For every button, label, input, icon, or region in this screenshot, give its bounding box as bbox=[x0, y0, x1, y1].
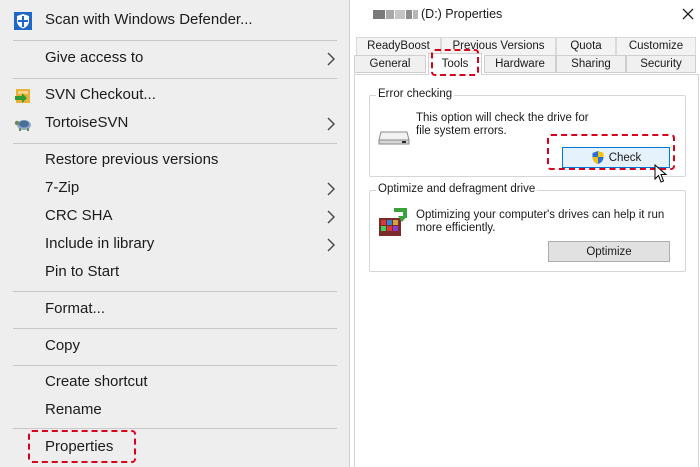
optimize-group: Optimize and defragment drive Optimizing… bbox=[369, 183, 686, 272]
chevron-right-icon bbox=[327, 117, 335, 131]
ctx-item-label: Scan with Windows Defender... bbox=[45, 11, 253, 28]
tab-label: Security bbox=[640, 58, 682, 70]
ctx-item-format[interactable]: Format... bbox=[0, 296, 349, 322]
ctx-item-restore-versions[interactable]: Restore previous versions bbox=[0, 147, 349, 173]
ctx-item-include-library[interactable]: Include in library bbox=[0, 231, 349, 257]
tab-label: Hardware bbox=[495, 58, 545, 70]
menu-separator bbox=[13, 291, 337, 292]
ctx-item-label: Copy bbox=[45, 337, 81, 354]
tab-label: Quota bbox=[570, 40, 602, 52]
tab-sharing[interactable]: Sharing bbox=[556, 55, 626, 73]
chevron-right-icon bbox=[327, 182, 335, 196]
ctx-item-label: Create shortcut bbox=[45, 373, 148, 390]
ctx-item-create-shortcut[interactable]: Create shortcut bbox=[0, 369, 349, 395]
ctx-item-rename[interactable]: Rename bbox=[0, 397, 349, 423]
tab-general[interactable]: General bbox=[354, 55, 426, 73]
tab-label: Previous Versions bbox=[452, 40, 545, 52]
chevron-right-icon bbox=[327, 238, 335, 252]
chevron-right-icon bbox=[327, 210, 335, 224]
context-menu: Scan with Windows Defender... Give acces… bbox=[0, 0, 350, 467]
ctx-item-label: Include in library bbox=[45, 235, 155, 252]
tab-label: Tools bbox=[441, 58, 469, 70]
chevron-right-icon bbox=[327, 52, 335, 66]
ctx-item-label: Rename bbox=[45, 401, 102, 418]
dialog-title: (D:) Properties bbox=[421, 7, 503, 21]
ctx-item-7zip[interactable]: 7-Zip bbox=[0, 175, 349, 201]
ctx-item-label: Pin to Start bbox=[45, 263, 120, 280]
tab-customize[interactable]: Customize bbox=[616, 37, 696, 55]
ctx-item-label: CRC SHA bbox=[45, 207, 113, 224]
ctx-item-properties[interactable]: Properties bbox=[0, 434, 349, 460]
defrag-icon bbox=[379, 208, 407, 236]
menu-separator bbox=[13, 365, 337, 366]
tab-label: General bbox=[369, 58, 411, 70]
title-bar: (D:) Properties bbox=[351, 0, 700, 30]
uac-shield-icon bbox=[592, 151, 604, 164]
optimize-description: Optimizing your computer's drives can he… bbox=[416, 209, 665, 234]
ctx-item-copy[interactable]: Copy bbox=[0, 333, 349, 359]
ctx-item-label: Format... bbox=[45, 300, 106, 317]
svn-checkout-icon bbox=[15, 89, 30, 103]
ctx-item-label: Restore previous versions bbox=[45, 151, 219, 168]
menu-separator bbox=[13, 328, 337, 329]
menu-separator bbox=[13, 40, 337, 41]
tab-label: ReadyBoost bbox=[367, 40, 430, 52]
ctx-item-label: Give access to bbox=[45, 49, 144, 66]
optimize-title: Optimize and defragment drive bbox=[376, 183, 538, 195]
tab-tools[interactable]: Tools bbox=[428, 53, 482, 75]
menu-separator bbox=[13, 78, 337, 79]
ctx-item-give-access[interactable]: Give access to bbox=[0, 45, 349, 71]
mouse-cursor-icon bbox=[654, 164, 668, 183]
optimize-button-label: Optimize bbox=[586, 245, 632, 258]
properties-dialog: (D:) Properties ReadyBoost Previous Vers… bbox=[351, 0, 700, 467]
menu-separator bbox=[13, 143, 337, 144]
tab-label: Customize bbox=[628, 40, 684, 52]
tab-quota[interactable]: Quota bbox=[556, 37, 616, 55]
drive-title-icon bbox=[373, 10, 418, 19]
ctx-item-scan-defender[interactable]: Scan with Windows Defender... bbox=[0, 7, 349, 33]
check-button-label: Check bbox=[608, 151, 642, 164]
menu-separator bbox=[13, 428, 337, 429]
error-checking-title: Error checking bbox=[376, 88, 455, 100]
ctx-item-tortoisesvn[interactable]: TortoiseSVN bbox=[0, 110, 349, 136]
ctx-item-label: 7-Zip bbox=[45, 179, 80, 196]
ctx-item-label: TortoiseSVN bbox=[45, 114, 129, 131]
tab-security[interactable]: Security bbox=[626, 55, 696, 73]
error-checking-group: Error checking This option will check th… bbox=[369, 88, 686, 177]
ctx-item-svn-checkout[interactable]: SVN Checkout... bbox=[0, 82, 349, 108]
tab-hardware[interactable]: Hardware bbox=[484, 55, 556, 73]
close-icon[interactable] bbox=[681, 7, 695, 21]
defender-shield-icon bbox=[14, 12, 32, 30]
ctx-item-crc-sha[interactable]: CRC SHA bbox=[0, 203, 349, 229]
optimize-button[interactable]: Optimize bbox=[548, 241, 670, 262]
tools-tab-panel: Error checking This option will check th… bbox=[354, 74, 699, 467]
drive-icon bbox=[378, 131, 410, 145]
ctx-item-label: Properties bbox=[45, 438, 114, 455]
error-checking-description: This option will check the drive for fil… bbox=[416, 112, 589, 137]
ctx-item-label: SVN Checkout... bbox=[45, 86, 156, 103]
ctx-item-pin-start[interactable]: Pin to Start bbox=[0, 259, 349, 285]
tortoisesvn-icon bbox=[14, 120, 31, 131]
ctx-item-cutoff bbox=[45, 0, 165, 2]
tab-label: Sharing bbox=[571, 58, 611, 70]
